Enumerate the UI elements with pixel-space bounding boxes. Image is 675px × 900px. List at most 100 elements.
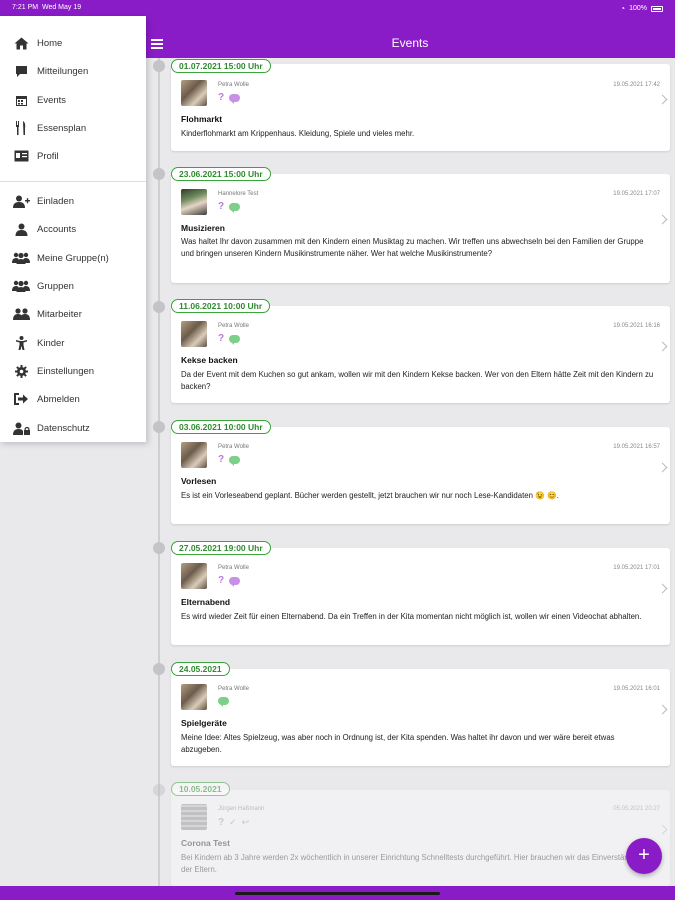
timeline-dot xyxy=(153,301,165,313)
calendar-icon xyxy=(12,93,30,107)
question-icon[interactable]: ? xyxy=(218,576,224,586)
author-avatar xyxy=(181,80,207,106)
sidebar-item-label: Essensplan xyxy=(37,122,87,134)
sidebar-item-label: Home xyxy=(37,37,63,49)
event-card-musizieren[interactable]: Hannelore Test 19.05.2021 17:07 ? Musizi… xyxy=(171,174,670,283)
sidebar-item-label: Mitteilungen xyxy=(37,65,89,77)
event-title: Kekse backen xyxy=(181,355,238,365)
child-icon xyxy=(12,336,30,350)
sidebar-item-events[interactable]: Events xyxy=(0,86,146,114)
event-title: Musizieren xyxy=(181,223,225,233)
sidebar-item-accounts[interactable]: Accounts xyxy=(0,215,146,243)
event-text: Was haltet Ihr davon zusammen mit den Ki… xyxy=(181,237,644,258)
event-text: Es wird wieder Zeit für einen Elternaben… xyxy=(181,612,642,621)
cutlery-icon xyxy=(12,121,30,135)
author-avatar xyxy=(181,442,207,468)
event-author: Petra Wolle xyxy=(218,82,249,88)
event-status-icons: ? xyxy=(218,93,241,104)
chat-icon[interactable] xyxy=(229,335,241,345)
sidebar-item-abmelden[interactable]: Abmelden xyxy=(0,385,146,413)
sidebar-item-label: Kinder xyxy=(37,337,65,349)
event-card-elternabend[interactable]: Petra Wolle 19.05.2021 17:01 ? Elternabe… xyxy=(171,548,670,645)
timeline-dot xyxy=(153,421,165,433)
sidebar-item-label: Accounts xyxy=(37,223,77,235)
question-icon[interactable]: ? xyxy=(218,334,224,344)
chevron-right-icon xyxy=(657,94,668,105)
sidebar-menu: Home Mitteilungen Events Essensplan Prof… xyxy=(0,16,146,442)
chat-icon[interactable] xyxy=(229,94,241,104)
chat-icon[interactable] xyxy=(229,577,241,587)
timeline-dot xyxy=(153,784,165,796)
chat-icon[interactable] xyxy=(218,697,229,707)
sidebar-item-profil[interactable]: Profil xyxy=(0,142,146,170)
sidebar-item-label: Mitarbeiter xyxy=(37,308,82,320)
event-timestamp: 19.05.2021 16:16 xyxy=(613,323,660,329)
chevron-right-icon xyxy=(657,704,668,715)
sidebar-item-label: Meine Gruppe(n) xyxy=(37,252,109,264)
event-status-icons xyxy=(218,697,229,707)
author-avatar xyxy=(181,804,207,830)
event-timestamp: 05.05.2021 20:27 xyxy=(613,806,660,812)
event-author: Petra Wolle xyxy=(218,444,249,450)
id-card-icon xyxy=(12,149,30,163)
sidebar-item-label: Profil xyxy=(37,150,59,162)
gear-icon xyxy=(12,364,30,378)
event-timestamp: 19.05.2021 16:01 xyxy=(613,686,660,692)
timeline-dot xyxy=(153,60,165,72)
sidebar-item-mitteilungen[interactable]: Mitteilungen xyxy=(0,57,146,85)
home-indicator[interactable] xyxy=(235,892,440,895)
event-text: Da der Event mit dem Kuchen so gut ankam… xyxy=(181,370,654,391)
chevron-right-icon xyxy=(657,341,668,352)
sidebar-item-label: Datenschutz xyxy=(37,422,90,434)
sidebar-item-mitarbeiter[interactable]: Mitarbeiter xyxy=(0,300,146,328)
user-lock-icon xyxy=(12,421,30,435)
users-icon xyxy=(12,279,30,293)
event-text: Es ist ein Vorleseabend geplant. Bücher … xyxy=(181,491,559,500)
event-author: Jürgen Haßmann xyxy=(218,806,265,812)
question-icon[interactable]: ? xyxy=(218,455,224,465)
sidebar-item-essensplan[interactable]: Essensplan xyxy=(0,114,146,142)
event-card-vorlesen[interactable]: Petra Wolle 19.05.2021 16:57 ? Vorlesen … xyxy=(171,427,670,524)
question-icon[interactable]: ? xyxy=(218,817,224,828)
event-date-badge: 27.05.2021 19:00 Uhr xyxy=(171,541,271,555)
event-card-spielgeraete[interactable]: Petra Wolle 19.05.2021 16:01 Spielgeräte… xyxy=(171,669,670,766)
chat-icon[interactable] xyxy=(229,203,241,213)
author-avatar xyxy=(181,321,207,347)
sidebar-item-kinder[interactable]: Kinder xyxy=(0,329,146,357)
sidebar-item-einstellungen[interactable]: Einstellungen xyxy=(0,357,146,385)
sidebar-item-home[interactable]: Home xyxy=(0,29,146,57)
chat-icon[interactable] xyxy=(229,456,241,466)
check-icon[interactable]: ✓ xyxy=(229,817,237,828)
event-card-kekse-backen[interactable]: Petra Wolle 19.05.2021 16:16 ? Kekse bac… xyxy=(171,306,670,403)
battery-icon xyxy=(651,5,663,12)
status-bar: 7:21 PM Wed May 19 ◔ 100% xyxy=(0,0,675,16)
event-title: Spielgeräte xyxy=(181,718,227,728)
event-date-badge: 23.06.2021 15:00 Uhr xyxy=(171,167,271,181)
sidebar-item-label: Abmelden xyxy=(37,393,80,405)
author-avatar xyxy=(181,684,207,710)
event-status-icons: ? xyxy=(218,576,241,587)
event-card-flohmarkt[interactable]: Petra Wolle 19.05.2021 17:42 ? Flohmarkt… xyxy=(171,64,670,151)
author-avatar xyxy=(181,563,207,589)
event-date-badge: 01.07.2021 15:00 Uhr xyxy=(171,59,271,73)
reply-icon[interactable]: ↩ xyxy=(242,817,250,828)
sidebar-item-einladen[interactable]: Einladen xyxy=(0,187,146,215)
event-title: Elternabend xyxy=(181,597,231,607)
status-right: ◔ 100% xyxy=(620,4,663,13)
sidebar-item-gruppen[interactable]: Gruppen xyxy=(0,272,146,300)
event-status-icons: ? xyxy=(218,334,241,345)
sidebar-item-meine-gruppen[interactable]: Meine Gruppe(n) xyxy=(0,244,146,272)
event-card-corona-test[interactable]: Jürgen Haßmann 05.05.2021 20:27 ? ✓ ↩ Co… xyxy=(171,790,670,886)
timeline-dot xyxy=(153,542,165,554)
event-status-icons: ? xyxy=(218,202,241,213)
event-title: Vorlesen xyxy=(181,476,217,486)
timeline-line xyxy=(158,58,160,888)
question-icon[interactable]: ? xyxy=(218,93,224,103)
sidebar-item-datenschutz[interactable]: Datenschutz xyxy=(0,414,146,442)
event-timestamp: 19.05.2021 17:07 xyxy=(613,191,660,197)
question-icon[interactable]: ? xyxy=(218,202,224,212)
sidebar-item-label: Einstellungen xyxy=(37,365,95,377)
add-event-button[interactable]: + xyxy=(626,838,662,874)
chevron-right-icon xyxy=(657,214,668,225)
logout-icon xyxy=(12,392,30,406)
